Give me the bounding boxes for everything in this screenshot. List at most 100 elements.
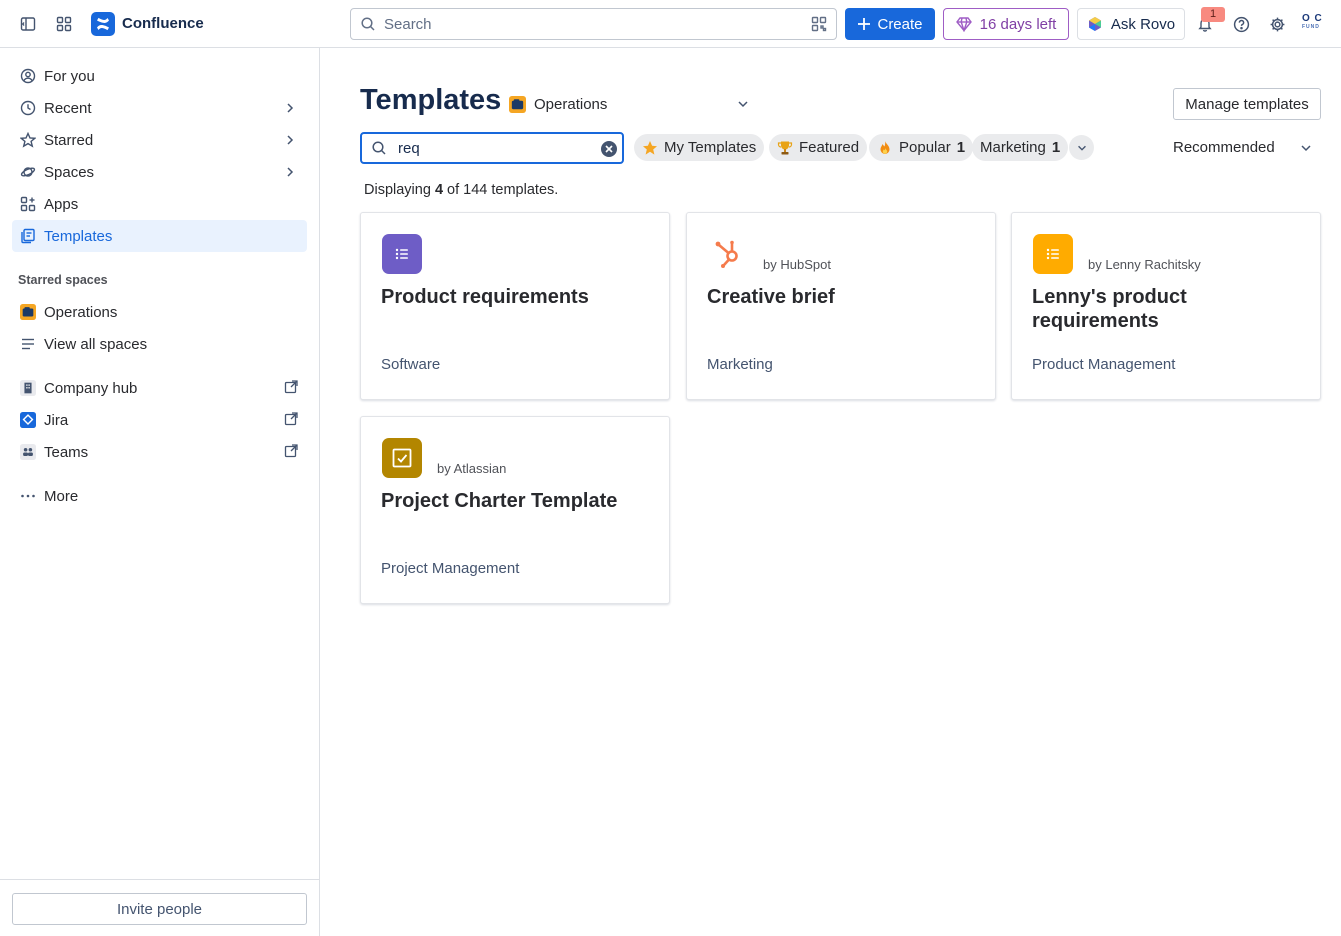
sidebar-item-label: Teams (44, 443, 89, 461)
template-card-author: by Atlassian (437, 461, 507, 476)
sidebar-space-operations[interactable]: Operations (12, 296, 307, 328)
diamond-icon (955, 17, 972, 32)
list-icon (20, 336, 36, 352)
sidebar-item-label: Starred (44, 131, 94, 149)
sidebar-toggle-icon[interactable] (16, 12, 40, 36)
sidebar-item-for-you[interactable]: For you (12, 60, 307, 92)
space-avatar-icon (20, 304, 36, 320)
sidebar-item-company-hub[interactable]: Company hub (12, 372, 307, 404)
sidebar-item-more[interactable]: More (12, 480, 307, 512)
template-card-author: by HubSpot (763, 257, 831, 272)
sort-dropdown[interactable]: Recommended (1173, 139, 1313, 159)
sidebar-item-teams[interactable]: Teams (12, 436, 307, 468)
sidebar-view-all-spaces[interactable]: View all spaces (12, 328, 307, 360)
sidebar-item-recent[interactable]: Recent (12, 92, 307, 124)
clear-search-icon[interactable] (601, 141, 617, 157)
sidebar-item-apps[interactable]: Apps (12, 188, 307, 220)
results-count: Displaying 4 of 144 templates. (364, 182, 558, 198)
template-card-category: Project Management (381, 560, 520, 577)
create-button[interactable]: Create (845, 8, 935, 40)
external-link-icon (284, 380, 298, 394)
clock-icon (20, 100, 36, 116)
rovo-logo-icon (1088, 17, 1101, 31)
help-icon[interactable] (1229, 12, 1253, 36)
fire-icon (880, 140, 890, 154)
sidebar-item-starred[interactable]: Starred (12, 124, 307, 156)
template-search-input[interactable]: req (360, 132, 624, 164)
filter-my-templates[interactable]: My Templates (634, 134, 765, 161)
sidebar-footer: Invite people (0, 879, 319, 936)
create-button-label: Create (877, 15, 923, 33)
sidebar-item-templates[interactable]: Templates (12, 220, 307, 252)
filter-label: My Templates (664, 139, 757, 156)
template-card-category: Marketing (707, 356, 773, 373)
page-title: Templates (360, 84, 502, 116)
building-icon (20, 380, 36, 396)
hubspot-logo-icon (708, 234, 748, 274)
sidebar-item-label: Recent (44, 99, 92, 117)
sidebar: For you Recent Starred Spaces Apps Templ… (0, 48, 320, 936)
template-card-project-charter[interactable]: by Atlassian Project Charter Template Pr… (360, 416, 670, 604)
sidebar-item-jira[interactable]: Jira (12, 404, 307, 436)
search-icon (372, 141, 386, 155)
template-card-lennys-product-requirements[interactable]: by Lenny Rachitsky Lenny's product requi… (1011, 212, 1321, 400)
external-link-icon (284, 412, 298, 426)
ask-rovo-button[interactable]: Ask Rovo (1077, 8, 1185, 40)
global-search-input[interactable]: Search (350, 8, 837, 40)
notification-count-badge: 1 (1201, 7, 1225, 22)
list-doc-icon (382, 234, 422, 274)
sidebar-item-spaces[interactable]: Spaces (12, 156, 307, 188)
results-count-prefix: Displaying (364, 182, 431, 198)
app-switcher-icon[interactable] (52, 12, 76, 36)
user-avatar[interactable]: O C FUND (1302, 13, 1324, 35)
starred-spaces-heading: Starred spaces (18, 273, 108, 287)
list-doc-icon (1033, 234, 1073, 274)
filter-featured[interactable]: Featured (769, 134, 868, 161)
filter-marketing[interactable]: Marketing 1 (972, 134, 1069, 161)
chevron-right-icon[interactable] (283, 165, 297, 179)
checkbox-doc-icon (382, 438, 422, 478)
spaces-icon (20, 164, 36, 180)
jira-icon (20, 412, 36, 428)
results-count-total: of 144 templates. (447, 182, 559, 198)
more-filters-button[interactable] (1069, 135, 1094, 160)
filter-count: 1 (956, 139, 966, 156)
search-placeholder: Search (384, 15, 432, 33)
template-card-category: Software (381, 356, 441, 373)
sidebar-item-label: Spaces (44, 163, 95, 181)
template-card-title: Product requirements (381, 286, 589, 308)
template-card-creative-brief[interactable]: by HubSpot Creative brief Marketing (686, 212, 996, 400)
template-card-product-requirements[interactable]: Product requirements Software (360, 212, 670, 400)
space-avatar-icon (509, 95, 526, 113)
scan-qr-icon[interactable] (811, 16, 827, 32)
trial-days-button[interactable]: 16 days left (943, 8, 1069, 40)
space-selector[interactable]: Operations (509, 94, 754, 114)
chevron-right-icon[interactable] (283, 101, 297, 115)
app-brand-name[interactable]: Confluence (122, 15, 204, 32)
sidebar-item-label: View all spaces (44, 335, 148, 353)
user-circle-icon (20, 68, 36, 84)
space-selector-label: Operations (534, 95, 608, 113)
invite-people-button[interactable]: Invite people (12, 893, 307, 925)
filter-popular[interactable]: Popular 1 (869, 134, 974, 161)
template-icon (20, 228, 36, 244)
filter-count: 1 (1051, 139, 1061, 156)
confluence-logo-icon[interactable] (91, 12, 115, 36)
template-card-title: Project Charter Template (381, 490, 618, 512)
settings-gear-icon[interactable] (1265, 12, 1289, 36)
filter-label: Featured (799, 139, 860, 156)
trophy-icon (777, 141, 793, 154)
template-card-category: Product Management (1032, 356, 1176, 373)
star-icon (643, 140, 657, 155)
star-icon (20, 132, 36, 148)
template-card-title: Lenny's product requirements (1032, 286, 1187, 332)
top-navigation-bar: Confluence Search Create 16 days left As… (0, 0, 1341, 48)
avatar-initials: O C (1302, 13, 1323, 24)
chevron-right-icon[interactable] (283, 133, 297, 147)
sidebar-item-label: Operations (44, 303, 118, 321)
avatar-subtext: FUND (1302, 24, 1320, 30)
template-card-title: Creative brief (707, 286, 835, 308)
manage-templates-button[interactable]: Manage templates (1173, 88, 1321, 120)
trial-days-label: 16 days left (979, 15, 1057, 33)
filter-label: Marketing (980, 139, 1046, 156)
